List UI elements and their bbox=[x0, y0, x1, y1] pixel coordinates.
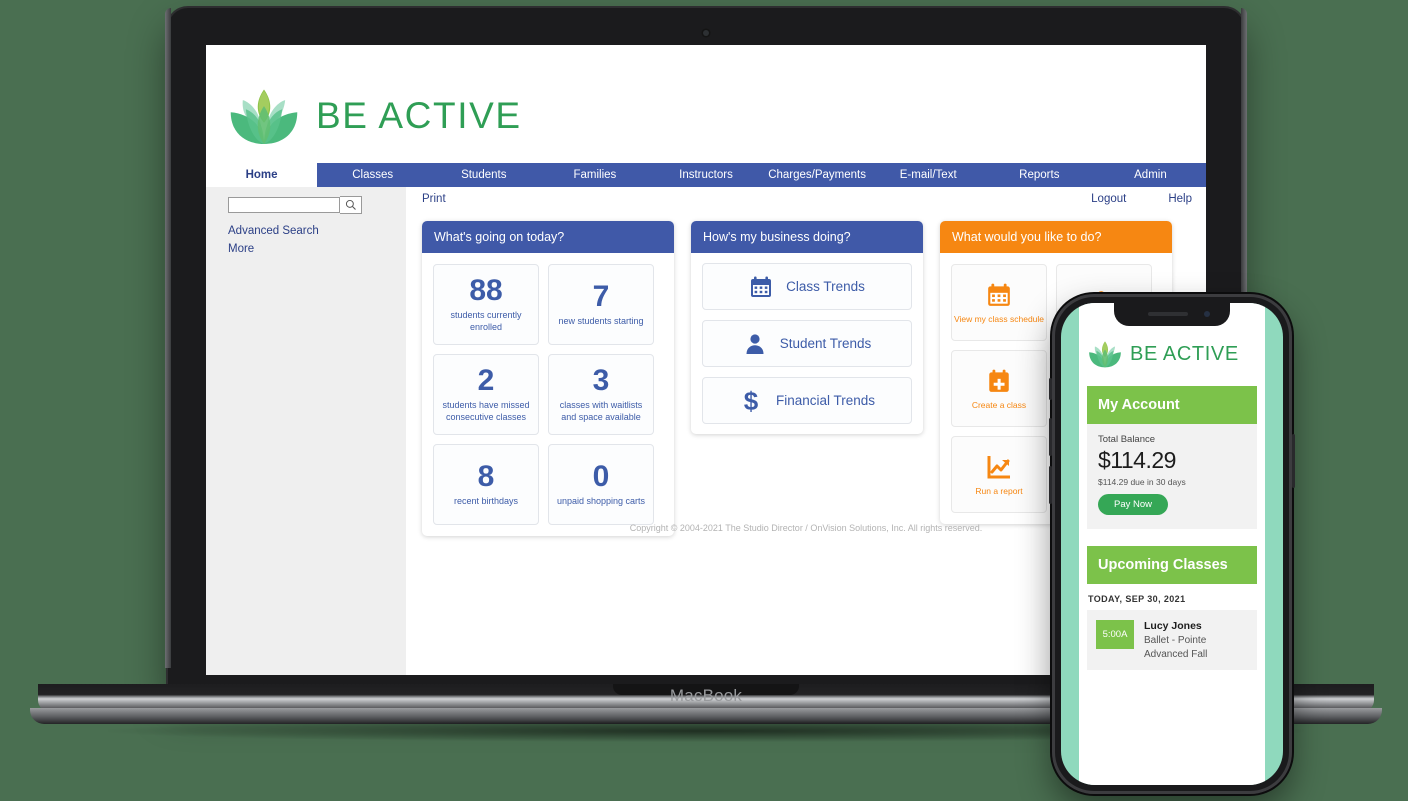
pay-now-button[interactable]: Pay Now bbox=[1098, 494, 1169, 515]
trend-list: Class Trends Student Trends $ Financial … bbox=[691, 253, 923, 434]
nav-tab-admin[interactable]: Admin bbox=[1095, 163, 1206, 187]
panel-hows-my-business-doing: How's my business doing? Class Trends St… bbox=[691, 221, 923, 434]
content-toolbar: Print Logout Help bbox=[406, 187, 1206, 211]
phone-notch bbox=[1114, 303, 1230, 326]
phone-silent-switch[interactable] bbox=[1049, 378, 1052, 400]
search-input[interactable] bbox=[228, 197, 340, 213]
sidebar-link-advanced-search[interactable]: Advanced Search bbox=[228, 225, 406, 237]
phone-brand-title: BE ACTIVE bbox=[1130, 342, 1239, 365]
print-link[interactable]: Print bbox=[422, 193, 446, 205]
stat-value: 0 bbox=[592, 459, 610, 493]
student-trends-button[interactable]: Student Trends bbox=[702, 320, 912, 367]
stat-card-waitlists[interactable]: 3 classes with waitlists and space avail… bbox=[548, 354, 654, 435]
phone-volume-down-button[interactable] bbox=[1049, 466, 1052, 504]
action-view-class-schedule[interactable]: View my class schedule bbox=[951, 264, 1047, 341]
laptop-camera-icon bbox=[703, 30, 709, 36]
phone-screen: BE ACTIVE My Account Total Balance $114.… bbox=[1061, 303, 1283, 785]
stat-label: students currently enrolled bbox=[450, 310, 522, 332]
phone-app: BE ACTIVE My Account Total Balance $114.… bbox=[1079, 303, 1265, 785]
total-balance-label: Total Balance bbox=[1098, 434, 1156, 445]
stat-label: recent birthdays bbox=[453, 495, 519, 506]
class-name: Ballet - Pointe bbox=[1144, 635, 1207, 646]
search-button[interactable] bbox=[340, 196, 362, 214]
lotus-logo-icon bbox=[1087, 339, 1123, 369]
upcoming-classes-card: Upcoming Classes bbox=[1087, 546, 1257, 584]
stat-value: 2 bbox=[477, 364, 495, 398]
toolbar-right-links: Logout Help bbox=[1091, 193, 1192, 205]
calendar-icon bbox=[988, 283, 1010, 306]
student-trends-label: Student Trends bbox=[779, 336, 872, 351]
upcoming-classes-title: Upcoming Classes bbox=[1087, 546, 1257, 584]
phone-device: BE ACTIVE My Account Total Balance $114.… bbox=[1049, 294, 1295, 794]
phone-volume-up-button[interactable] bbox=[1049, 418, 1052, 456]
stat-label: new students starting bbox=[558, 315, 644, 326]
sidebar: Advanced Search More bbox=[206, 187, 406, 675]
logout-link[interactable]: Logout bbox=[1091, 193, 1126, 205]
stat-label: students have missed consecutive classes bbox=[442, 400, 530, 422]
class-details: Lucy Jones Ballet - Pointe Advanced Fall bbox=[1144, 620, 1207, 660]
action-label: View my class schedule bbox=[953, 313, 1045, 324]
action-run-a-report[interactable]: Run a report bbox=[951, 436, 1047, 513]
nav-tab-reports[interactable]: Reports bbox=[984, 163, 1095, 187]
class-trends-button[interactable]: Class Trends bbox=[702, 263, 912, 310]
phone-power-button[interactable] bbox=[1292, 434, 1295, 488]
financial-trends-button[interactable]: $ Financial Trends bbox=[702, 377, 912, 424]
upcoming-date-label: TODAY, SEP 30, 2021 bbox=[1088, 594, 1186, 604]
stat-value: 88 bbox=[469, 274, 503, 308]
stat-label: classes with waitlists and space availab… bbox=[559, 400, 643, 422]
phone-camera-icon bbox=[1204, 311, 1210, 317]
stat-value: 3 bbox=[592, 364, 610, 398]
sidebar-link-more[interactable]: More bbox=[228, 243, 406, 255]
chart-line-icon bbox=[987, 455, 1010, 478]
stat-card-enrolled[interactable]: 88 students currently enrolled bbox=[433, 264, 539, 345]
stat-grid: 88 students currently enrolled 7 new stu… bbox=[422, 253, 674, 536]
person-icon bbox=[746, 333, 764, 354]
svg-text:$: $ bbox=[744, 388, 759, 414]
panel-actions-title: What would you like to do? bbox=[940, 221, 1172, 253]
my-account-card: My Account Total Balance $114.29 $114.29… bbox=[1087, 386, 1257, 529]
nav-tab-students[interactable]: Students bbox=[428, 163, 539, 187]
class-time-badge: 5:00A bbox=[1096, 620, 1134, 649]
app-header: BE ACTIVE bbox=[206, 45, 1206, 163]
stat-card-missed-classes[interactable]: 2 students have missed consecutive class… bbox=[433, 354, 539, 435]
class-instructor: Lucy Jones bbox=[1144, 620, 1202, 632]
calendar-icon bbox=[751, 276, 772, 297]
stat-label: unpaid shopping carts bbox=[556, 495, 646, 506]
lotus-logo-icon bbox=[226, 85, 302, 147]
nav-tab-charges-payments[interactable]: Charges/Payments bbox=[762, 163, 873, 187]
nav-tab-classes[interactable]: Classes bbox=[317, 163, 428, 187]
search-icon bbox=[345, 199, 356, 210]
brand-title: BE ACTIVE bbox=[316, 95, 522, 136]
calendar-plus-icon bbox=[989, 369, 1009, 392]
help-link[interactable]: Help bbox=[1168, 193, 1192, 205]
panel-whats-going-on-today: What's going on today? 88 students curre… bbox=[422, 221, 674, 536]
panel-today-title: What's going on today? bbox=[422, 221, 674, 253]
panel-business-title: How's my business doing? bbox=[691, 221, 923, 253]
class-trends-label: Class Trends bbox=[786, 279, 865, 294]
stat-value: 7 bbox=[592, 279, 610, 313]
class-level: Advanced Fall bbox=[1144, 649, 1208, 660]
dollar-icon: $ bbox=[744, 388, 759, 414]
nav-tab-home[interactable]: Home bbox=[206, 163, 318, 187]
nav-tab-instructors[interactable]: Instructors bbox=[650, 163, 761, 187]
stat-card-new-students[interactable]: 7 new students starting bbox=[548, 264, 654, 345]
phone-speaker-icon bbox=[1148, 312, 1188, 316]
nav-tab-families[interactable]: Families bbox=[539, 163, 650, 187]
stat-card-birthdays[interactable]: 8 recent birthdays bbox=[433, 444, 539, 525]
main-navigation: Home Classes Students Families Instructo… bbox=[206, 163, 1206, 187]
search-row bbox=[228, 196, 364, 214]
financial-trends-label: Financial Trends bbox=[775, 393, 876, 408]
stat-card-unpaid-carts[interactable]: 0 unpaid shopping carts bbox=[548, 444, 654, 525]
my-account-title: My Account bbox=[1087, 386, 1257, 424]
balance-due-text: $114.29 due in 30 days bbox=[1098, 477, 1186, 487]
nav-tab-email-text[interactable]: E-mail/Text bbox=[873, 163, 984, 187]
my-account-body: Total Balance $114.29 $114.29 due in 30 … bbox=[1087, 424, 1257, 529]
action-create-a-class[interactable]: Create a class bbox=[951, 350, 1047, 427]
class-list-item[interactable]: 5:00A Lucy Jones Ballet - Pointe Advance… bbox=[1087, 610, 1257, 670]
action-label: Create a class bbox=[971, 399, 1027, 410]
stat-value: 8 bbox=[477, 459, 495, 493]
total-balance-value: $114.29 bbox=[1098, 447, 1176, 473]
page-root: BE ACTIVE Home Classes Students Families… bbox=[0, 0, 1408, 801]
action-label: Run a report bbox=[975, 485, 1023, 496]
